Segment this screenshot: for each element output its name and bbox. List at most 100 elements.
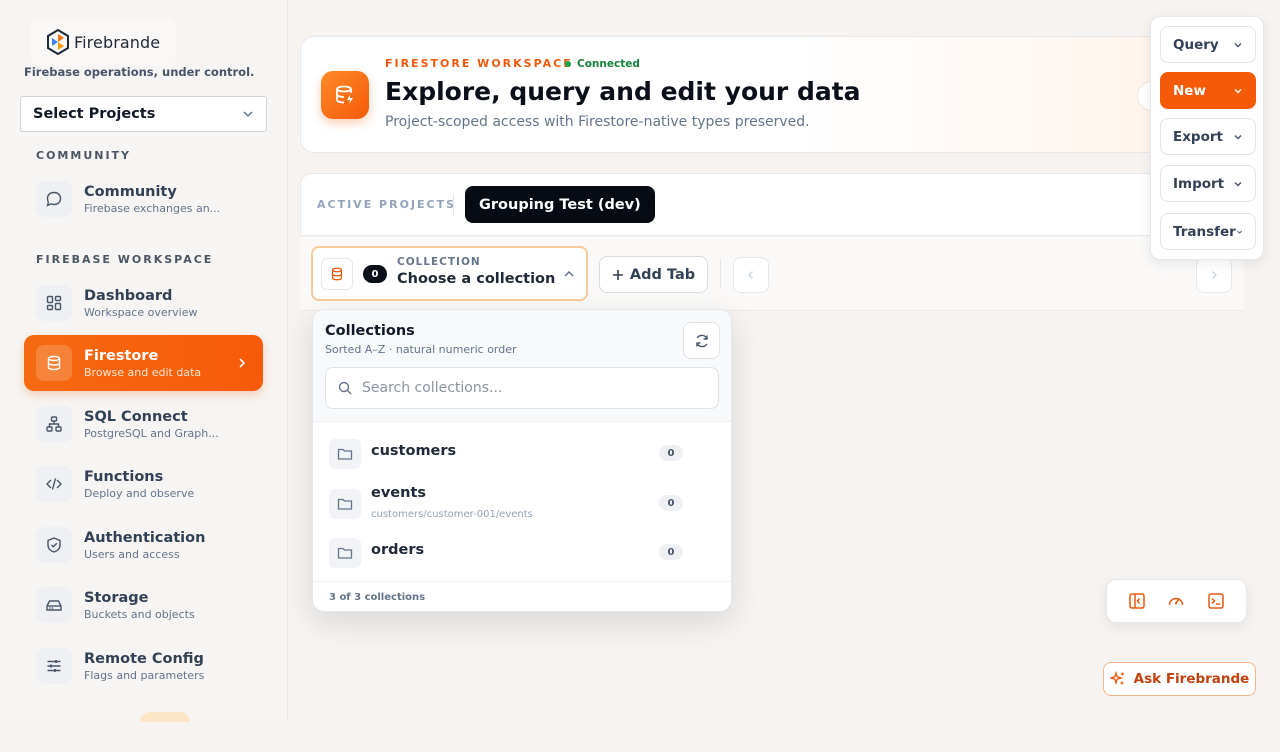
gauge-icon[interactable] (1165, 590, 1187, 612)
hard-drive-icon (36, 587, 72, 623)
sidebar-item-dashboard[interactable]: Dashboard Workspace overview (24, 275, 263, 331)
query-button[interactable]: Query (1160, 26, 1256, 63)
divider (453, 194, 454, 216)
active-projects-bar: ACTIVE PROJECTS Grouping Test (dev) (300, 173, 1200, 236)
collection-name: events (371, 485, 427, 501)
section-label-firebase-workspace: FIREBASE WORKSPACE (36, 253, 214, 266)
select-projects-label: Select Projects (33, 106, 156, 122)
brand-tagline: Firebase operations, under control. (24, 65, 255, 79)
collection-count-badge: 0 (659, 495, 683, 511)
sidebar-item-subtitle: PostgreSQL and Graph... (84, 426, 219, 440)
scroll-tabs-left-button[interactable] (733, 257, 769, 293)
sidebar-item-community[interactable]: Community Firebase exchanges an... (24, 171, 263, 227)
collection-item-customers[interactable]: customers 0 (313, 427, 731, 475)
refresh-icon (695, 334, 708, 347)
ask-firebrande-label: Ask Firebrande (1133, 671, 1250, 687)
brand-logo-area[interactable]: Firebrande (30, 18, 177, 66)
sidebar-item-firestore[interactable]: Firestore Browse and edit data (24, 335, 263, 391)
export-button[interactable]: Export (1160, 118, 1256, 155)
sparkles-icon (1109, 671, 1125, 686)
search-collections-field[interactable] (325, 367, 719, 409)
sidebar-item-subtitle: Firebase exchanges an... (84, 201, 221, 215)
sidebar-item-subtitle: Workspace overview (84, 305, 198, 319)
collection-item-orders[interactable]: orders 0 (313, 526, 731, 574)
import-button[interactable]: Import (1160, 165, 1256, 202)
chevron-down-icon (243, 111, 253, 118)
firebrande-logo-icon (47, 29, 69, 55)
transfer-button[interactable]: Transfer (1160, 213, 1256, 250)
collection-item-events[interactable]: events customers/customer-001/events 0 (313, 477, 731, 525)
sidebar-item-subtitle: Buckets and objects (84, 607, 195, 621)
panel-toggle-icon[interactable] (1126, 590, 1148, 612)
collections-dropdown-header: Collections Sorted A–Z · natural numeric… (313, 310, 731, 422)
collections-dropdown: Collections Sorted A–Z · natural numeric… (312, 309, 732, 612)
chevron-right-icon (239, 358, 246, 368)
chevron-left-icon (748, 271, 753, 279)
sidebar-item-title: Dashboard (84, 287, 173, 304)
folder-icon (329, 489, 361, 519)
section-label-community: COMMUNITY (36, 149, 132, 162)
select-projects-dropdown[interactable]: Select Projects (20, 96, 267, 132)
plus-icon (612, 269, 623, 280)
sidebar-item-title: Authentication (84, 529, 206, 546)
page-subtitle: Project-scoped access with Firestore-nat… (385, 114, 810, 130)
sidebar-item-storage[interactable]: Storage Buckets and objects (24, 577, 263, 633)
dashboard-grid-icon (36, 285, 72, 321)
scroll-indicator (140, 712, 190, 722)
sidebar-item-sql-connect[interactable]: SQL Connect PostgreSQL and Graph... (24, 396, 263, 452)
search-icon (338, 381, 352, 395)
sidebar-item-functions[interactable]: Functions Deploy and observe (24, 456, 263, 512)
connection-status: Connected (565, 58, 640, 70)
collection-count-badge: 0 (659, 544, 683, 560)
active-project-chip[interactable]: Grouping Test (dev) (465, 186, 655, 223)
active-projects-label: ACTIVE PROJECTS (317, 198, 457, 211)
sidebar-item-title: Remote Config (84, 650, 204, 667)
tabs-bar: 0 COLLECTION Choose a collection Add Tab (300, 237, 1244, 311)
brand-name: Firebrande (74, 32, 161, 52)
add-tab-label: Add Tab (629, 266, 696, 283)
add-tab-button[interactable]: Add Tab (599, 256, 708, 293)
scroll-tabs-right-button[interactable] (1196, 257, 1232, 293)
page-title: Explore, query and edit your data (385, 77, 861, 106)
sidebar-item-title: Firestore (84, 347, 159, 364)
collections-subtitle: Sorted A–Z · natural numeric order (325, 343, 517, 356)
hero-card: FIRESTORE WORKSPACE Connected Explore, q… (300, 36, 1200, 153)
status-dot-icon (565, 61, 571, 67)
firestore-database-icon (321, 71, 369, 119)
folder-icon (329, 538, 361, 568)
sidebar-item-subtitle: Deploy and observe (84, 486, 195, 500)
sidebar: Firebrande Firebase operations, under co… (0, 0, 288, 722)
code-brackets-icon (36, 466, 72, 502)
collection-count-badge: 0 (659, 445, 683, 461)
collection-path: customers/customer-001/events (371, 509, 533, 520)
sidebar-item-authentication[interactable]: Authentication Users and access (24, 517, 263, 573)
sidebar-item-title: Community (84, 183, 177, 200)
sidebar-item-subtitle: Users and access (84, 547, 180, 561)
ask-firebrande-button[interactable]: Ask Firebrande (1103, 662, 1256, 696)
chat-bubble-icon (36, 181, 72, 217)
import-button-label: Import (1173, 175, 1225, 192)
new-button[interactable]: New (1160, 72, 1256, 109)
export-button-label: Export (1173, 128, 1223, 145)
refresh-collections-button[interactable] (683, 322, 720, 359)
terminal-icon[interactable] (1205, 590, 1227, 612)
query-button-label: Query (1173, 36, 1219, 53)
sidebar-item-title: Functions (84, 468, 164, 485)
search-collections-input[interactable] (362, 380, 702, 396)
collections-footer: 3 of 3 collections (313, 581, 731, 611)
chevron-down-icon (1234, 181, 1242, 186)
connection-status-label: Connected (577, 58, 640, 70)
sidebar-item-remote-config[interactable]: Remote Config Flags and parameters (24, 638, 263, 694)
actions-menu: Query New Export Import Transfer (1150, 16, 1264, 260)
sliders-icon (36, 648, 72, 684)
chevron-up-icon (564, 270, 574, 277)
divider (720, 259, 721, 289)
collection-picker-tab[interactable]: 0 COLLECTION Choose a collection (311, 246, 588, 301)
network-graph-icon (36, 406, 72, 442)
chevron-down-icon (1234, 42, 1242, 47)
sidebar-item-title: Storage (84, 589, 149, 606)
collection-value: Choose a collection (397, 271, 556, 287)
transfer-button-label: Transfer (1173, 223, 1236, 240)
floating-toolbar (1106, 579, 1247, 623)
shield-check-icon (36, 527, 72, 563)
